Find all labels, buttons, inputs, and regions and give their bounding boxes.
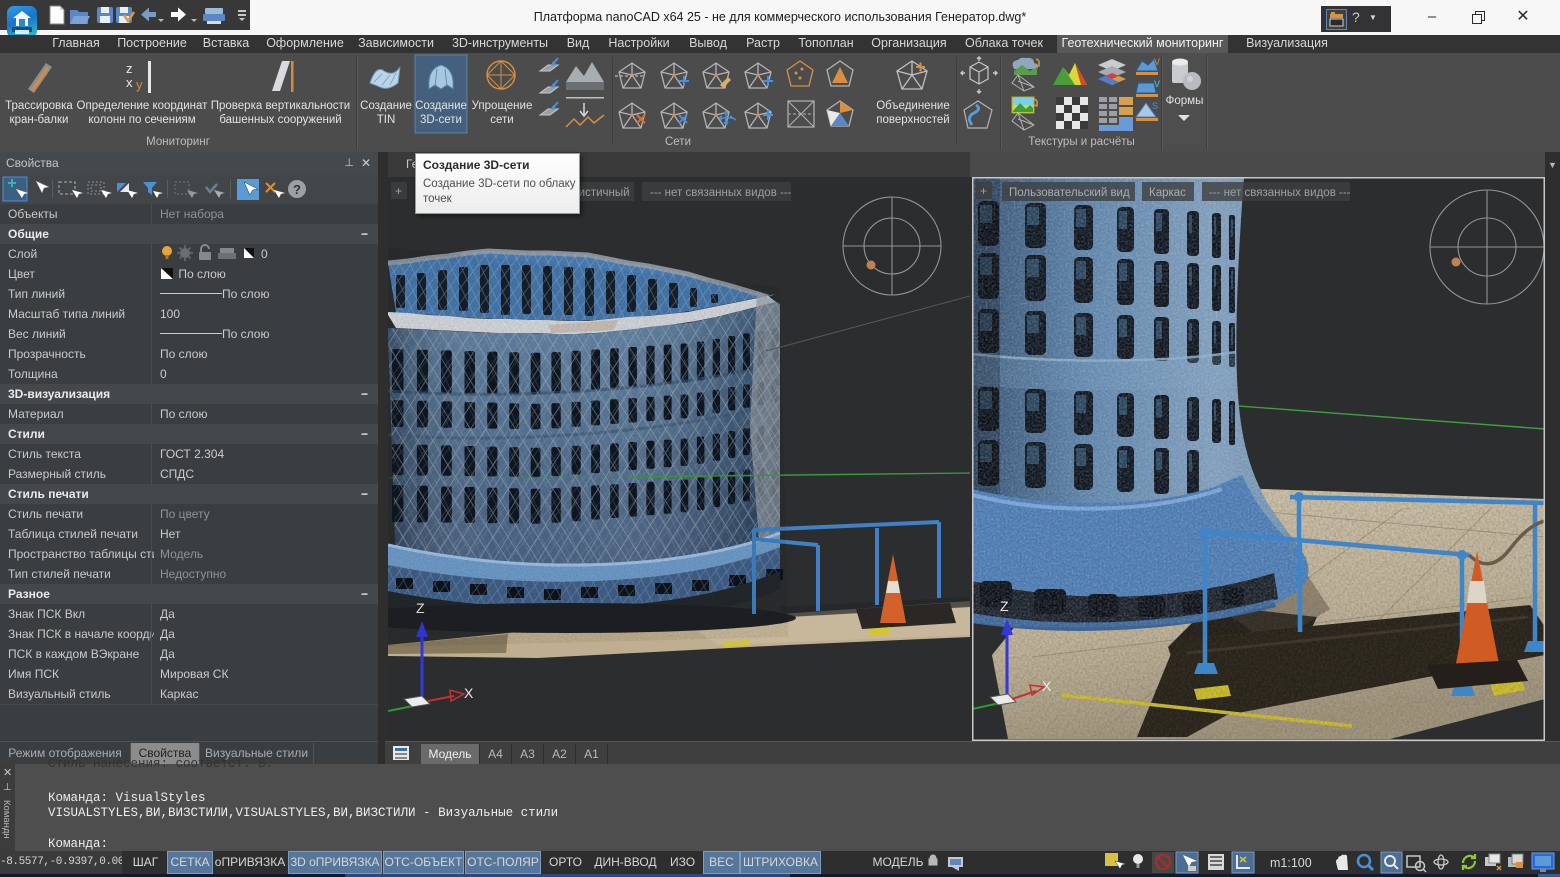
svg-text:z: z: [126, 61, 133, 76]
svg-text:y: y: [136, 77, 143, 92]
svg-text:X: X: [464, 685, 474, 701]
svg-text:V: V: [1154, 57, 1160, 67]
svg-text:Пользовательский вид: Пользовательский вид: [1009, 187, 1130, 199]
svg-text:+: +: [395, 184, 402, 198]
svg-text:--- нет связанных видов ---: --- нет связанных видов ---: [1209, 187, 1351, 199]
svg-text:S: S: [1152, 101, 1158, 111]
svg-text:+: +: [980, 184, 987, 198]
svg-text:Каркас: Каркас: [1149, 187, 1186, 199]
svg-text:Z: Z: [1000, 598, 1009, 614]
svg-text:x: x: [126, 75, 133, 90]
svg-text:m1:100: m1:100: [1270, 856, 1312, 870]
svg-text:X: X: [1042, 678, 1052, 694]
svg-text:--- нет связанных видов ---: --- нет связанных видов ---: [650, 187, 792, 199]
svg-text:V: V: [1154, 79, 1160, 89]
svg-text:?: ?: [293, 182, 301, 197]
